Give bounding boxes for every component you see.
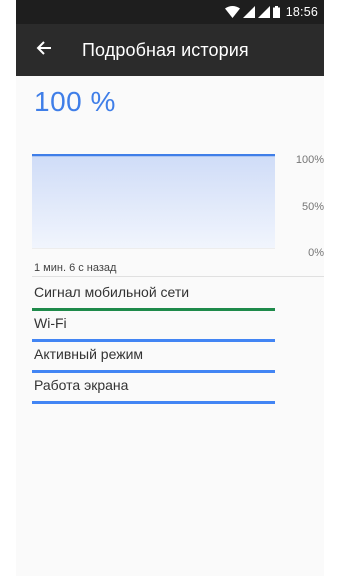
- app-bar: Подробная история: [16, 24, 324, 76]
- state-list: Сигнал мобильной сети Wi-Fi Активный реж…: [32, 282, 275, 406]
- page-title: Подробная история: [82, 39, 249, 60]
- y-tick-label-0: 0%: [308, 247, 324, 259]
- state-row-wifi: Wi-Fi: [32, 313, 275, 344]
- screen: 18:56 Подробная история 100 % 100% 50% 0…: [16, 0, 324, 576]
- state-label: Активный режим: [34, 346, 144, 362]
- state-row-awake: Активный режим: [32, 344, 275, 375]
- arrow-back-icon: [36, 40, 52, 61]
- battery-area-fill: [32, 155, 275, 248]
- state-bar: [32, 339, 275, 342]
- clock: 18:56: [285, 5, 318, 19]
- state-bar: [32, 308, 275, 311]
- signal-icon: [242, 6, 255, 18]
- state-bar: [32, 401, 275, 404]
- battery-level-text: 100 %: [34, 86, 116, 117]
- status-bar: 18:56: [16, 0, 324, 24]
- back-button[interactable]: [32, 38, 56, 62]
- state-row-screen-on: Работа экрана: [32, 375, 275, 406]
- left-edge: [0, 0, 16, 576]
- graph-canvas: [32, 154, 275, 249]
- signal-icon-2: [257, 6, 270, 18]
- wifi-icon: [224, 6, 240, 18]
- battery-graph: 100% 50% 0%: [32, 154, 324, 259]
- y-tick-label-50: 50%: [301, 200, 324, 213]
- state-label: Wi-Fi: [34, 315, 67, 331]
- device-frame: 18:56 Подробная история 100 % 100% 50% 0…: [0, 0, 340, 576]
- graph-timestamp: 1 мин. 6 с назад: [34, 262, 117, 274]
- state-bar: [32, 370, 275, 373]
- divider: [32, 276, 324, 277]
- state-label: Сигнал мобильной сети: [34, 284, 190, 300]
- state-label: Работа экрана: [34, 377, 129, 393]
- battery-icon: [272, 6, 280, 18]
- state-row-mobile-signal: Сигнал мобильной сети: [32, 282, 275, 313]
- y-tick-label-100: 100%: [295, 154, 324, 166]
- right-edge: [324, 0, 340, 576]
- status-icons: [224, 6, 280, 18]
